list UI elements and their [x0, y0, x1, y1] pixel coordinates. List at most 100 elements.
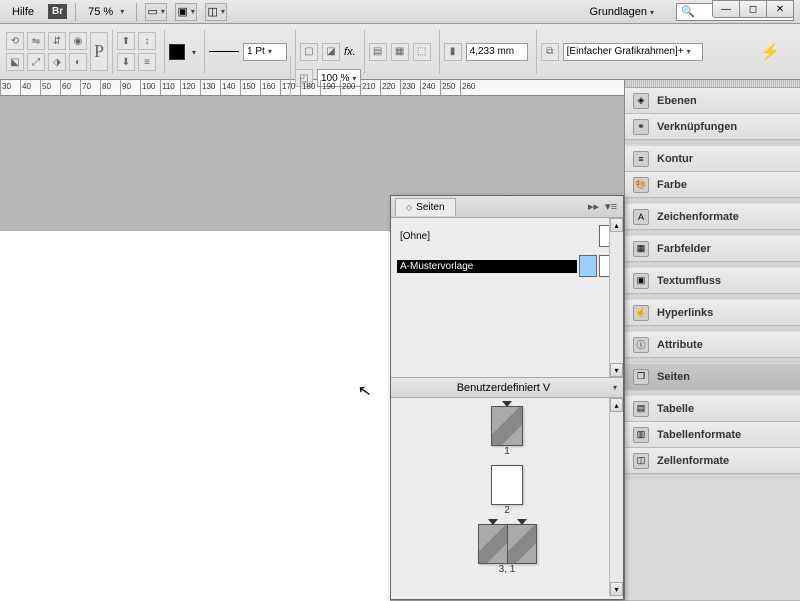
align-top-icon[interactable]: ⬆	[117, 32, 135, 50]
dock-label: Seiten	[657, 371, 690, 383]
bridge-badge[interactable]: Br	[48, 4, 67, 19]
select-content-icon[interactable]: ◉	[69, 32, 87, 50]
shear-icon[interactable]: ⬗	[48, 53, 66, 71]
dock-drag-handle[interactable]	[625, 80, 800, 88]
page-2-wrap[interactable]: 2	[491, 465, 523, 516]
top-menu-bar: Hilfe Br 75 % ▭ ▣ ◫ Grundlagen 🔍 — ◻ ✕	[0, 0, 800, 24]
pages-panel-header[interactable]: Seiten ▸▸ ▾≡	[391, 196, 623, 218]
right-panel-dock: ◈Ebenen⚭Verknüpfungen ≡Kontur🎨Farbe AZeich…	[624, 80, 800, 600]
separator	[136, 3, 137, 21]
scroll-up-icon[interactable]: ▴	[610, 398, 623, 412]
minimize-button[interactable]: —	[712, 0, 740, 18]
stroke-segment: 1 Pt	[204, 30, 291, 74]
dock-label: Verknüpfungen	[657, 121, 737, 133]
page-3b-thumb[interactable]	[507, 524, 537, 564]
transform-icon[interactable]: ⬕	[6, 53, 24, 71]
master-a-thumb-left[interactable]	[579, 255, 597, 277]
farbe-icon: 🎨	[633, 177, 649, 193]
dock-label: Textumfluss	[657, 275, 721, 287]
tabelle-icon: ▤	[633, 401, 649, 417]
flip-v-icon[interactable]: ⇵	[48, 32, 66, 50]
dock-item-attribute[interactable]: ⓘAttribute	[625, 332, 800, 358]
ruler-tick: 260	[460, 80, 480, 95]
arrange-icon[interactable]: ◫	[205, 3, 227, 21]
maximize-button[interactable]: ◻	[739, 0, 767, 18]
workspace-selector[interactable]: Grundlagen	[581, 4, 662, 20]
object-style-icon[interactable]: ⧉	[541, 43, 559, 61]
align-segment: ⬆ ↕ ⬇ ≡	[112, 30, 160, 74]
master-none-row[interactable]: [Ohne]	[397, 224, 617, 248]
quick-apply-icon[interactable]: ⚡	[760, 42, 780, 62]
transform-tools: ⟲ ⇋ ⇵ ◉ P ⬕ ⤢ ⬗ ◐	[6, 32, 108, 71]
ruler-tick: 190	[320, 80, 340, 95]
stroke-weight-field[interactable]: 1 Pt	[243, 43, 287, 61]
zoom-dropdown[interactable]: 75 %	[84, 4, 128, 20]
dock-item-textumfluss[interactable]: ▣Textumfluss	[625, 268, 800, 294]
hyperlinks-icon: ☝	[633, 305, 649, 321]
ruler-tick: 250	[440, 80, 460, 95]
page-canvas[interactable]	[0, 231, 390, 601]
ruler-tick: 40	[20, 80, 40, 95]
frame-preset-segment: ⧉ [Einfacher Grafikrahmen]+	[536, 30, 707, 74]
page-1-thumb[interactable]	[491, 406, 523, 446]
frame-fit-icon[interactable]: ⬚	[413, 43, 431, 61]
distribute-icon[interactable]: ≡	[138, 53, 156, 71]
ruler-tick: 240	[420, 80, 440, 95]
screen-mode-icon[interactable]: ▣	[175, 3, 197, 21]
spread-3-wrap[interactable]: 3, 1	[478, 524, 537, 575]
master-a-row[interactable]: A-Mustervorlage	[397, 254, 617, 278]
fill-swatch[interactable]	[169, 44, 185, 60]
dock-item-hyperlinks[interactable]: ☝Hyperlinks	[625, 300, 800, 326]
dock-item-farbfelder[interactable]: ▦ Farbfelder	[625, 236, 800, 262]
view-options-icon[interactable]: ▭	[145, 3, 167, 21]
fill-stroke-segment	[164, 30, 200, 74]
wrap-bound-icon[interactable]: ▦	[391, 43, 409, 61]
dock-item-zellenformate[interactable]: ◫Zellenformate	[625, 448, 800, 474]
pages-scrollbar[interactable]: ▴ ▾	[609, 398, 623, 596]
swatch-dropdown[interactable]	[189, 46, 196, 58]
dock-label: Kontur	[657, 153, 693, 165]
flip-h-icon[interactable]: ⇋	[27, 32, 45, 50]
dock-item-tabelle[interactable]: ▤ Tabelle	[625, 396, 800, 422]
dock-item-zeichenformate[interactable]: AZeichenformate	[625, 204, 800, 230]
dock-item-seiten[interactable]: ❐Seiten	[625, 364, 800, 390]
close-button[interactable]: ✕	[766, 0, 794, 18]
scale-icon[interactable]: ⤢	[27, 53, 45, 71]
page-size-selector[interactable]: Benutzerdefiniert V	[391, 378, 623, 398]
scroll-down-icon[interactable]: ▾	[610, 363, 623, 377]
dock-item-farbe[interactable]: 🎨Farbe	[625, 172, 800, 198]
text-wrap-segment: ▤ ▦ ⬚	[364, 30, 435, 74]
scroll-up-icon[interactable]: ▴	[610, 218, 623, 232]
paragraph-icon[interactable]: P	[90, 32, 108, 71]
page-2-thumb[interactable]	[491, 465, 523, 505]
align-mid-icon[interactable]: ↕	[138, 32, 156, 50]
page-1-wrap[interactable]: 1	[491, 406, 523, 457]
frame-preset-field[interactable]: [Einfacher Grafikrahmen]+	[563, 43, 703, 61]
ruler-tick: 200	[340, 80, 360, 95]
menu-help[interactable]: Hilfe	[6, 4, 40, 20]
masters-scrollbar[interactable]: ▴ ▾	[609, 218, 623, 377]
dock-item-tabellenformate[interactable]: ▥Tabellenformate	[625, 422, 800, 448]
page-3-thumb[interactable]	[478, 524, 508, 564]
collapse-icon[interactable]: ▸▸	[588, 200, 599, 213]
dock-item-kontur[interactable]: ≡Kontur	[625, 146, 800, 172]
align-bot-icon[interactable]: ⬇	[117, 53, 135, 71]
panel-menu-icon[interactable]: ▾≡	[605, 200, 617, 213]
rotate2-icon[interactable]: ◐	[69, 53, 87, 71]
pages-tab[interactable]: Seiten	[395, 198, 456, 216]
dock-label: Farbfelder	[657, 243, 711, 255]
farbfelder-icon: ▦	[633, 241, 649, 257]
rotate-icon[interactable]: ⟲	[6, 32, 24, 50]
control-panel: ⟲ ⇋ ⇵ ◉ P ⬕ ⤢ ⬗ ◐ ⬆ ↕ ⬇ ≡ 1 Pt ▢ ◪ fx. ▤…	[0, 24, 800, 80]
dock-label: Tabelle	[657, 403, 694, 415]
columns-icon[interactable]: ▮	[444, 43, 462, 61]
scroll-down-icon[interactable]: ▾	[610, 582, 623, 596]
ebenen-icon: ◈	[633, 93, 649, 109]
dock-item-verknüpfungen[interactable]: ⚭Verknüpfungen	[625, 114, 800, 140]
wrap-none-icon[interactable]: ▤	[369, 43, 387, 61]
column-width-field[interactable]: 4,233 mm	[466, 43, 528, 61]
ruler-tick: 50	[40, 80, 60, 95]
master-a-label: A-Mustervorlage	[397, 260, 577, 273]
stroke-style-icon[interactable]	[209, 51, 239, 52]
dock-item-ebenen[interactable]: ◈Ebenen	[625, 88, 800, 114]
